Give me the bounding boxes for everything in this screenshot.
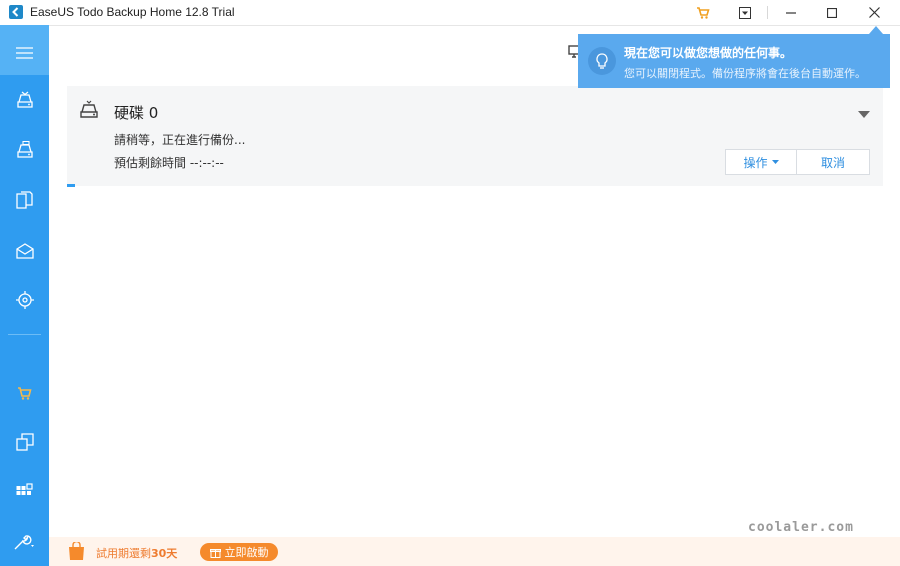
disk-backup-icon [16,91,33,108]
watermark-text: coolaler.com [748,520,854,535]
remaining-time-text: 預估剩餘時間 --:--:-- [114,156,224,170]
file-backup-icon [16,191,33,209]
backup-progress-bar [67,184,883,187]
trial-remaining-text: 試用期還剩30天 [96,547,178,560]
chevron-down-icon [771,159,779,164]
operations-button[interactable]: 操作 [726,150,797,174]
task-title: 硬碟 0 [114,104,159,122]
sidebar-menu-button[interactable] [0,25,49,75]
tools-icon [16,482,33,495]
sidebar-item-system-backup[interactable] [0,130,49,170]
trial-bar: 試用期還剩30天 立即啟動 [49,537,900,566]
sidebar-item-store[interactable] [0,373,49,413]
sidebar-item-settings[interactable] [0,522,49,562]
lightbulb-icon [588,47,616,75]
sidebar-item-disk-backup[interactable] [0,80,49,120]
settings-icon [14,535,34,550]
cancel-button[interactable]: 取消 [797,150,869,174]
sidebar-divider [8,334,41,335]
sidebar-item-file-backup[interactable] [0,180,49,220]
cart-icon[interactable] [690,0,716,25]
collapse-arrow-icon[interactable] [858,104,870,123]
sidebar-item-clone[interactable] [0,422,49,462]
shopping-bag-icon [68,540,85,565]
window-title: EaseUS Todo Backup Home 12.8 Trial [30,5,235,19]
notification-title: 現在您可以做您想做的任何事。 [624,46,793,60]
title-separator [767,6,768,19]
backup-task-card: 硬碟 0 請稍等，正在進行備份... 預估剩餘時間 --:--:-- 操作 取消 [67,86,883,186]
notification-caret [869,26,883,34]
trial-days: 30天 [151,547,178,560]
cart-icon [18,386,32,400]
gift-icon [209,548,221,558]
menu-dropdown-icon[interactable] [732,0,758,25]
sidebar [0,25,49,566]
notification-body: 您可以關閉程式。備份程序將會在後台自動運作。 [624,67,866,80]
notification-popup: 現在您可以做您想做的任何事。 您可以關閉程式。備份程序將會在後台自動運作。 [578,34,890,88]
task-status-text: 請稍等，正在進行備份... [114,133,246,147]
sidebar-item-smart-backup[interactable] [0,280,49,320]
activate-now-button[interactable]: 立即啟動 [200,543,278,561]
clone-icon [15,433,34,451]
task-action-group: 操作 取消 [725,149,870,175]
minimize-icon[interactable] [777,0,805,25]
operations-label: 操作 [743,155,768,170]
progress-fill [67,184,75,187]
activate-label: 立即啟動 [224,546,269,559]
disk-icon [79,100,99,123]
sidebar-item-tools[interactable] [0,471,49,511]
system-backup-icon [16,141,33,158]
close-icon[interactable] [860,0,888,25]
sidebar-item-mail-backup[interactable] [0,231,49,271]
smart-backup-icon [15,291,34,309]
title-bar: EaseUS Todo Backup Home 12.8 Trial [0,0,900,26]
menu-icon [16,44,33,63]
mail-backup-icon [15,243,34,259]
app-logo-icon [9,5,23,19]
maximize-icon[interactable] [818,0,846,25]
